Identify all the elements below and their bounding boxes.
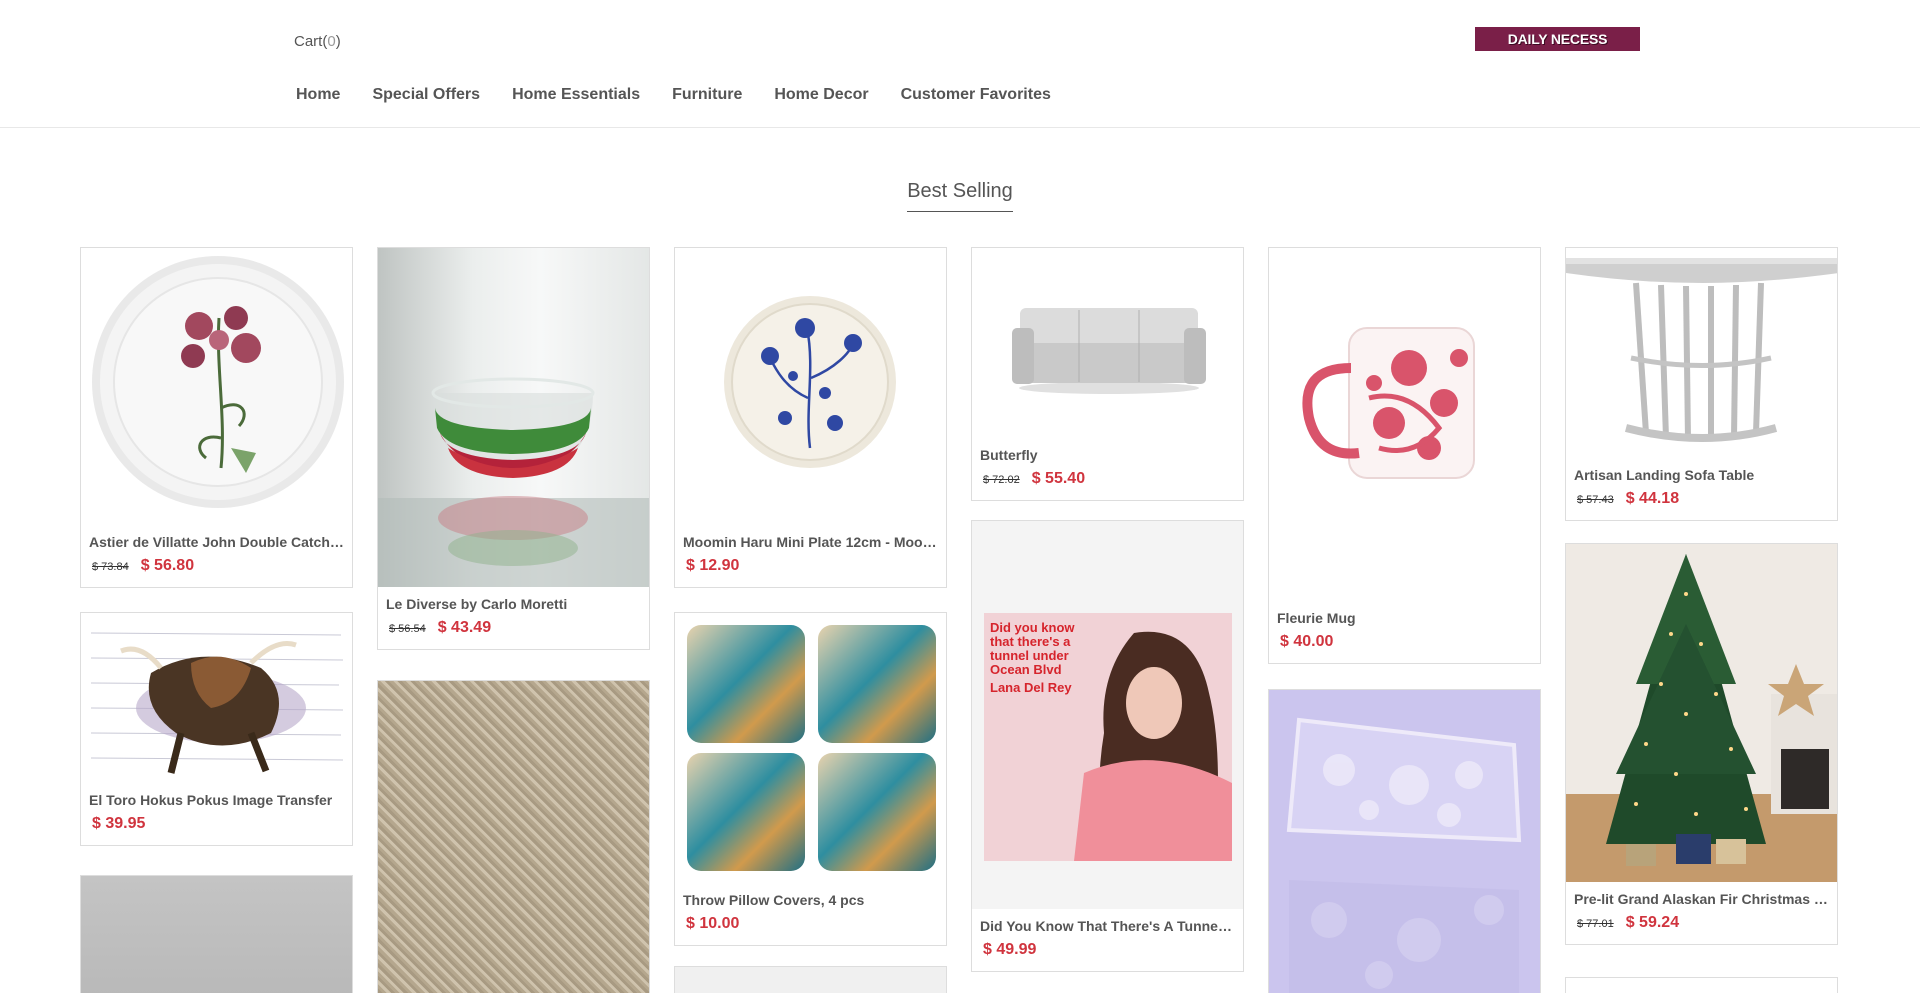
section-header: Best Selling <box>0 180 1920 212</box>
product-old-price: $ 72.02 <box>983 474 1020 486</box>
product-card[interactable]: El Toro Hokus Pokus Image Transfer $ 39.… <box>80 612 353 846</box>
product-old-price: $ 56.54 <box>389 623 426 635</box>
product-image-bull-print[interactable] <box>81 613 352 783</box>
product-card[interactable] <box>674 966 947 993</box>
product-card[interactable]: Butterfly $ 72.02 $ 55.40 <box>971 247 1244 501</box>
product-price: $ 49.99 <box>983 941 1037 958</box>
nav-home-decor[interactable]: Home Decor <box>758 82 884 108</box>
product-image-pillow-covers[interactable] <box>675 613 946 883</box>
product-name[interactable]: El Toro Hokus Pokus Image Transfer <box>89 791 344 809</box>
cart-link[interactable]: Cart(0) <box>294 33 341 50</box>
product-name[interactable]: Butterfly <box>980 446 1235 464</box>
nav-home-essentials[interactable]: Home Essentials <box>496 82 656 108</box>
site-header: Cart(0) DAILY NECESS Home Special Offers… <box>0 0 1920 128</box>
cart-label: Cart( <box>294 33 328 50</box>
product-image-floral-plate[interactable] <box>81 248 352 525</box>
product-name[interactable]: Le Diverse by Carlo Moretti <box>386 595 641 613</box>
product-image-mug[interactable] <box>1269 248 1540 601</box>
product-price: $ 44.18 <box>1625 490 1680 507</box>
product-card[interactable]: Throw Pillow Covers, 4 pcs $ 10.00 <box>674 612 947 946</box>
product-image-vinyl-record[interactable]: Did you know that there's a tunnel under… <box>972 521 1243 909</box>
product-price: $ 59.24 <box>1625 914 1680 931</box>
product-old-price: $ 77.01 <box>1577 918 1614 930</box>
brand-logo[interactable]: DAILY NECESS <box>1475 27 1640 51</box>
product-grid: Astier de Villatte John Double Catch Pla… <box>80 247 1840 993</box>
product-name[interactable]: Fleurie Mug <box>1277 609 1532 627</box>
product-name[interactable]: Artisan Landing Sofa Table <box>1574 466 1829 484</box>
product-image-placeholder[interactable] <box>1566 978 1837 993</box>
product-image-grey-rug[interactable] <box>81 876 352 993</box>
product-image-placeholder[interactable] <box>675 967 946 993</box>
cart-label-close: ) <box>335 33 341 50</box>
product-price: $ 12.90 <box>686 557 740 574</box>
product-card[interactable] <box>1565 977 1838 993</box>
product-price: $ 39.95 <box>92 815 146 832</box>
product-image-christmas-tree[interactable] <box>1566 544 1837 882</box>
nav-furniture[interactable]: Furniture <box>656 82 758 108</box>
nav-home[interactable]: Home <box>280 82 356 108</box>
album-title-line: tunnel under <box>990 648 1069 663</box>
album-artist: Lana Del Rey <box>990 680 1072 695</box>
product-name[interactable]: Astier de Villatte John Double Catch Pla… <box>89 533 344 551</box>
product-card[interactable]: Le Diverse by Carlo Moretti $ 56.54 $ 43.… <box>377 247 650 650</box>
product-card[interactable] <box>377 680 650 993</box>
product-old-price: $ 57.43 <box>1577 494 1614 506</box>
product-card[interactable]: Did you know that there's a tunnel under… <box>971 520 1244 972</box>
nav-customer-favorites[interactable]: Customer Favorites <box>885 82 1067 108</box>
section-title: Best Selling <box>907 180 1013 212</box>
product-image-blue-plate[interactable] <box>675 248 946 525</box>
product-name[interactable]: Moomin Haru Mini Plate 12cm - Moomin Ara… <box>683 533 938 551</box>
album-title-line: Did you know <box>990 620 1075 635</box>
product-name[interactable]: Did You Know That There's A Tunnel Under… <box>980 917 1235 935</box>
product-price: $ 43.49 <box>437 619 492 636</box>
product-image-sofa[interactable] <box>972 248 1243 438</box>
product-name[interactable]: Throw Pillow Covers, 4 pcs <box>683 891 938 909</box>
product-card[interactable]: Artisan Landing Sofa Table $ 57.43 $ 44.1… <box>1565 247 1838 521</box>
product-name[interactable]: Pre-lit Grand Alaskan Fir Christmas Tree <box>1574 890 1829 908</box>
nav-special-offers[interactable]: Special Offers <box>356 82 496 108</box>
product-image-glass-bowl[interactable] <box>378 248 649 587</box>
product-card[interactable] <box>80 875 353 993</box>
product-card[interactable]: Pre-lit Grand Alaskan Fir Christmas Tree… <box>1565 543 1838 945</box>
product-card[interactable]: Fleurie Mug $ 40.00 <box>1268 247 1541 664</box>
product-price: $ 55.40 <box>1031 470 1086 487</box>
product-old-price: $ 73.84 <box>92 561 129 573</box>
product-card[interactable] <box>1268 689 1541 993</box>
product-price: $ 56.80 <box>140 557 195 574</box>
album-title-line: that there's a <box>990 634 1071 649</box>
album-title-line: Ocean Blvd <box>990 662 1062 677</box>
product-card[interactable]: Astier de Villatte John Double Catch Pla… <box>80 247 353 588</box>
product-image-sofa-table[interactable] <box>1566 248 1837 458</box>
product-card[interactable]: Moomin Haru Mini Plate 12cm - Moomin Ara… <box>674 247 947 588</box>
product-image-lavender-bedding[interactable] <box>1269 690 1540 993</box>
main-nav: Home Special Offers Home Essentials Furn… <box>280 82 1067 108</box>
product-price: $ 10.00 <box>686 915 740 932</box>
product-price: $ 40.00 <box>1280 633 1334 650</box>
cart-count: 0 <box>327 33 336 50</box>
product-image-woven-rug[interactable] <box>378 681 649 993</box>
album-cover: Did you know that there's a tunnel under… <box>984 613 1232 861</box>
